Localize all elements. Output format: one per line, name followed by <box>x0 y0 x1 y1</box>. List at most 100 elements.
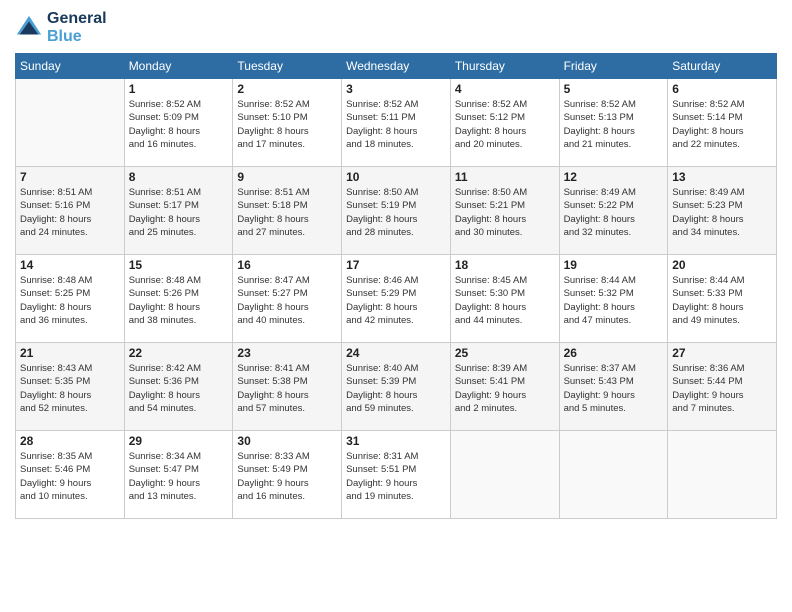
calendar-cell: 22 Sunrise: 8:42 AM Sunset: 5:36 PM Dayli… <box>124 343 233 431</box>
day-info: Sunrise: 8:49 AM Sunset: 5:22 PM Dayligh… <box>564 186 664 239</box>
day-number: 16 <box>237 258 337 272</box>
header: General Blue <box>15 10 777 45</box>
day-info: Sunrise: 8:43 AM Sunset: 5:35 PM Dayligh… <box>20 362 120 415</box>
calendar-cell: 7 Sunrise: 8:51 AM Sunset: 5:16 PM Daylig… <box>16 167 125 255</box>
weekday-header-sunday: Sunday <box>16 54 125 79</box>
day-number: 10 <box>346 170 446 184</box>
calendar-cell: 4Sunrise: 8:52 AM Sunset: 5:12 PM Daylig… <box>450 79 559 167</box>
weekday-header-row: SundayMondayTuesdayWednesdayThursdayFrid… <box>16 54 777 79</box>
calendar-cell: 23 Sunrise: 8:41 AM Sunset: 5:38 PM Dayli… <box>233 343 342 431</box>
weekday-header-wednesday: Wednesday <box>342 54 451 79</box>
day-number: 15 <box>129 258 229 272</box>
day-info: Sunrise: 8:52 AM Sunset: 5:14 PM Dayligh… <box>672 98 772 151</box>
day-info: Sunrise: 8:52 AM Sunset: 5:09 PM Dayligh… <box>129 98 229 151</box>
day-number: 5 <box>564 82 664 96</box>
day-info: Sunrise: 8:44 AM Sunset: 5:32 PM Dayligh… <box>564 274 664 327</box>
day-info: Sunrise: 8:50 AM Sunset: 5:21 PM Dayligh… <box>455 186 555 239</box>
logo: General Blue <box>15 10 107 45</box>
day-number: 14 <box>20 258 120 272</box>
day-info: Sunrise: 8:51 AM Sunset: 5:17 PM Dayligh… <box>129 186 229 239</box>
calendar-table: SundayMondayTuesdayWednesdayThursdayFrid… <box>15 53 777 519</box>
calendar-cell: 3 Sunrise: 8:52 AM Sunset: 5:11 PM Daylig… <box>342 79 451 167</box>
day-info: Sunrise: 8:42 AM Sunset: 5:36 PM Dayligh… <box>129 362 229 415</box>
day-number: 31 <box>346 434 446 448</box>
calendar-cell: 6 Sunrise: 8:52 AM Sunset: 5:14 PM Daylig… <box>668 79 777 167</box>
day-info: Sunrise: 8:48 AM Sunset: 5:25 PM Dayligh… <box>20 274 120 327</box>
day-info: Sunrise: 8:46 AM Sunset: 5:29 PM Dayligh… <box>346 274 446 327</box>
calendar-cell <box>559 431 668 519</box>
day-number: 29 <box>129 434 229 448</box>
calendar-cell: 21 Sunrise: 8:43 AM Sunset: 5:35 PM Dayli… <box>16 343 125 431</box>
calendar-week-3: 21 Sunrise: 8:43 AM Sunset: 5:35 PM Dayli… <box>16 343 777 431</box>
weekday-header-friday: Friday <box>559 54 668 79</box>
weekday-header-monday: Monday <box>124 54 233 79</box>
day-info: Sunrise: 8:35 AM Sunset: 5:46 PM Dayligh… <box>20 450 120 503</box>
calendar-cell: 10 Sunrise: 8:50 AM Sunset: 5:19 PM Dayli… <box>342 167 451 255</box>
weekday-header-saturday: Saturday <box>668 54 777 79</box>
page: General Blue SundayMondayTuesdayWednesda… <box>0 0 792 612</box>
calendar-cell: 26 Sunrise: 8:37 AM Sunset: 5:43 PM Dayli… <box>559 343 668 431</box>
day-number: 9 <box>237 170 337 184</box>
calendar-week-0: 1 Sunrise: 8:52 AM Sunset: 5:09 PM Daylig… <box>16 79 777 167</box>
calendar-cell: 12 Sunrise: 8:49 AM Sunset: 5:22 PM Dayli… <box>559 167 668 255</box>
calendar-cell <box>450 431 559 519</box>
calendar-cell: 20Sunrise: 8:44 AM Sunset: 5:33 PM Dayli… <box>668 255 777 343</box>
day-info: Sunrise: 8:51 AM Sunset: 5:16 PM Dayligh… <box>20 186 120 239</box>
calendar-cell: 16 Sunrise: 8:47 AM Sunset: 5:27 PM Dayli… <box>233 255 342 343</box>
day-number: 18 <box>455 258 555 272</box>
calendar-cell: 2 Sunrise: 8:52 AM Sunset: 5:10 PM Daylig… <box>233 79 342 167</box>
day-info: Sunrise: 8:36 AM Sunset: 5:44 PM Dayligh… <box>672 362 772 415</box>
day-info: Sunrise: 8:39 AM Sunset: 5:41 PM Dayligh… <box>455 362 555 415</box>
calendar-cell: 18 Sunrise: 8:45 AM Sunset: 5:30 PM Dayli… <box>450 255 559 343</box>
day-info: Sunrise: 8:49 AM Sunset: 5:23 PM Dayligh… <box>672 186 772 239</box>
day-number: 21 <box>20 346 120 360</box>
calendar-cell: 17 Sunrise: 8:46 AM Sunset: 5:29 PM Dayli… <box>342 255 451 343</box>
day-info: Sunrise: 8:37 AM Sunset: 5:43 PM Dayligh… <box>564 362 664 415</box>
day-number: 30 <box>237 434 337 448</box>
day-number: 22 <box>129 346 229 360</box>
day-number: 11 <box>455 170 555 184</box>
calendar-week-4: 28 Sunrise: 8:35 AM Sunset: 5:46 PM Dayli… <box>16 431 777 519</box>
logo-icon <box>15 14 43 42</box>
calendar-cell: 5 Sunrise: 8:52 AM Sunset: 5:13 PM Daylig… <box>559 79 668 167</box>
day-number: 1 <box>129 82 229 96</box>
day-number: 20 <box>672 258 772 272</box>
calendar-cell: 13 Sunrise: 8:49 AM Sunset: 5:23 PM Dayli… <box>668 167 777 255</box>
day-number: 28 <box>20 434 120 448</box>
logo-text: General Blue <box>47 10 107 45</box>
calendar-cell: 28 Sunrise: 8:35 AM Sunset: 5:46 PM Dayli… <box>16 431 125 519</box>
day-info: Sunrise: 8:34 AM Sunset: 5:47 PM Dayligh… <box>129 450 229 503</box>
day-number: 7 <box>20 170 120 184</box>
day-info: Sunrise: 8:50 AM Sunset: 5:19 PM Dayligh… <box>346 186 446 239</box>
day-number: 12 <box>564 170 664 184</box>
calendar-cell: 27 Sunrise: 8:36 AM Sunset: 5:44 PM Dayli… <box>668 343 777 431</box>
day-info: Sunrise: 8:52 AM Sunset: 5:11 PM Dayligh… <box>346 98 446 151</box>
calendar-cell <box>16 79 125 167</box>
weekday-header-thursday: Thursday <box>450 54 559 79</box>
calendar-cell: 15Sunrise: 8:48 AM Sunset: 5:26 PM Dayli… <box>124 255 233 343</box>
day-number: 23 <box>237 346 337 360</box>
day-number: 13 <box>672 170 772 184</box>
day-info: Sunrise: 8:41 AM Sunset: 5:38 PM Dayligh… <box>237 362 337 415</box>
day-number: 3 <box>346 82 446 96</box>
calendar-cell: 19 Sunrise: 8:44 AM Sunset: 5:32 PM Dayli… <box>559 255 668 343</box>
calendar-cell: 24Sunrise: 8:40 AM Sunset: 5:39 PM Dayli… <box>342 343 451 431</box>
day-info: Sunrise: 8:31 AM Sunset: 5:51 PM Dayligh… <box>346 450 446 503</box>
day-info: Sunrise: 8:45 AM Sunset: 5:30 PM Dayligh… <box>455 274 555 327</box>
day-number: 27 <box>672 346 772 360</box>
day-number: 6 <box>672 82 772 96</box>
day-number: 2 <box>237 82 337 96</box>
calendar-cell: 30Sunrise: 8:33 AM Sunset: 5:49 PM Dayli… <box>233 431 342 519</box>
day-number: 19 <box>564 258 664 272</box>
day-info: Sunrise: 8:52 AM Sunset: 5:12 PM Dayligh… <box>455 98 555 151</box>
calendar-cell: 11 Sunrise: 8:50 AM Sunset: 5:21 PM Dayli… <box>450 167 559 255</box>
calendar-week-2: 14 Sunrise: 8:48 AM Sunset: 5:25 PM Dayli… <box>16 255 777 343</box>
day-info: Sunrise: 8:51 AM Sunset: 5:18 PM Dayligh… <box>237 186 337 239</box>
calendar-cell: 29 Sunrise: 8:34 AM Sunset: 5:47 PM Dayli… <box>124 431 233 519</box>
day-info: Sunrise: 8:52 AM Sunset: 5:10 PM Dayligh… <box>237 98 337 151</box>
day-info: Sunrise: 8:47 AM Sunset: 5:27 PM Dayligh… <box>237 274 337 327</box>
day-info: Sunrise: 8:52 AM Sunset: 5:13 PM Dayligh… <box>564 98 664 151</box>
day-number: 26 <box>564 346 664 360</box>
day-number: 17 <box>346 258 446 272</box>
calendar-cell: 31 Sunrise: 8:31 AM Sunset: 5:51 PM Dayli… <box>342 431 451 519</box>
